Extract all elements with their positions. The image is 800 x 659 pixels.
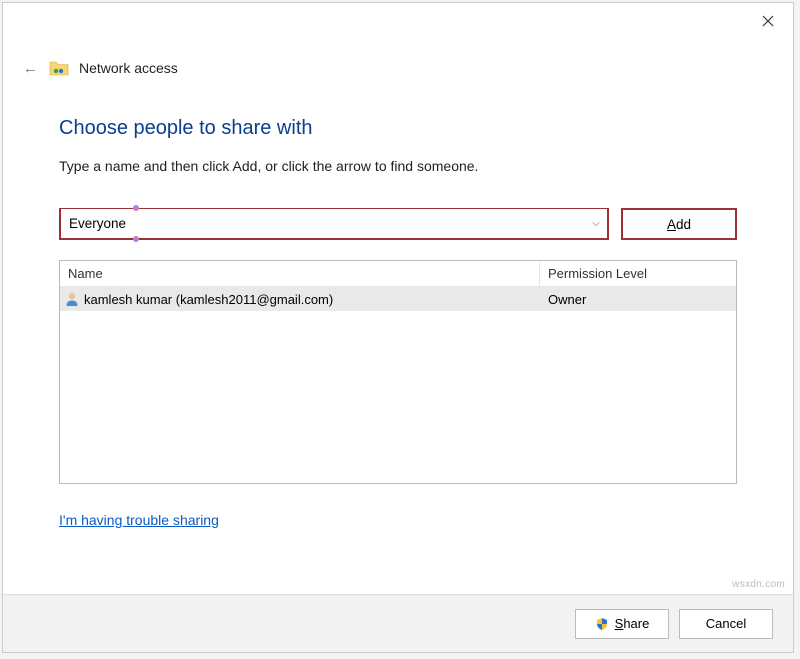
- cancel-button[interactable]: Cancel: [679, 609, 773, 639]
- row-permission-cell: Owner: [540, 292, 736, 307]
- close-icon: [762, 15, 774, 27]
- row-name-text: kamlesh kumar (kamlesh2011@gmail.com): [84, 292, 333, 307]
- help-link[interactable]: I'm having trouble sharing: [59, 512, 219, 528]
- name-input[interactable]: [61, 209, 585, 238]
- page-heading: Choose people to share with: [59, 117, 737, 140]
- share-button[interactable]: Share: [575, 609, 669, 639]
- dialog-title: Network access: [79, 60, 178, 76]
- chevron-down-icon[interactable]: ⌵: [585, 218, 607, 229]
- column-header-permission[interactable]: Permission Level: [540, 261, 736, 286]
- shared-folder-icon: [49, 59, 69, 77]
- network-access-dialog: ← Network access Choose people to share …: [2, 2, 794, 653]
- user-icon: [64, 291, 80, 307]
- row-name-cell: kamlesh kumar (kamlesh2011@gmail.com): [60, 291, 540, 307]
- cursor-indicator-icon: [133, 236, 139, 242]
- dialog-footer: Share Cancel: [3, 594, 793, 652]
- people-table: Name Permission Level kamlesh kumar (kam…: [59, 260, 737, 484]
- table-row[interactable]: kamlesh kumar (kamlesh2011@gmail.com) Ow…: [60, 287, 736, 311]
- back-arrow-icon[interactable]: ←: [23, 60, 39, 77]
- table-header: Name Permission Level: [60, 261, 736, 287]
- dialog-content: Choose people to share with Type a name …: [3, 77, 793, 594]
- dialog-header: ← Network access: [3, 59, 793, 77]
- close-button[interactable]: [753, 9, 783, 33]
- cursor-indicator-icon: [133, 205, 139, 211]
- name-combobox[interactable]: ⌵: [59, 208, 609, 240]
- shield-icon: [595, 617, 609, 631]
- column-header-name[interactable]: Name: [60, 261, 540, 286]
- add-button[interactable]: Add: [621, 208, 737, 240]
- titlebar: [3, 3, 793, 39]
- watermark-text: wsxdn.com: [732, 579, 785, 590]
- instruction-text: Type a name and then click Add, or click…: [59, 158, 737, 174]
- add-person-row: ⌵ Add: [59, 208, 737, 240]
